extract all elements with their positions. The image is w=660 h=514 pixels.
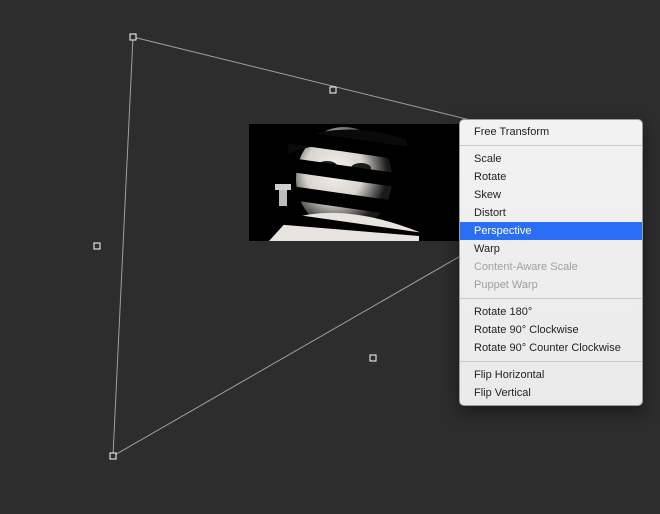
menu-item-puppet-warp: Puppet Warp: [460, 276, 642, 294]
menu-item-distort[interactable]: Distort: [460, 204, 642, 222]
transform-handle[interactable]: [110, 453, 116, 459]
menu-separator: [460, 298, 642, 299]
menu-item-flip-vertical[interactable]: Flip Vertical: [460, 384, 642, 402]
menu-item-rotate-90-cw[interactable]: Rotate 90° Clockwise: [460, 321, 642, 339]
canvas-workspace[interactable]: Free Transform ScaleRotateSkewDistortPers…: [0, 0, 660, 514]
transform-handle[interactable]: [330, 87, 336, 93]
menu-item-rotate-180[interactable]: Rotate 180°: [460, 303, 642, 321]
menu-separator: [460, 361, 642, 362]
menu-item-perspective[interactable]: Perspective: [460, 222, 642, 240]
menu-separator: [460, 145, 642, 146]
menu-item-scale[interactable]: Scale: [460, 150, 642, 168]
placed-image[interactable]: [249, 124, 480, 241]
menu-item-warp[interactable]: Warp: [460, 240, 642, 258]
menu-item-flip-horizontal[interactable]: Flip Horizontal: [460, 366, 642, 384]
transform-handle[interactable]: [130, 34, 136, 40]
transform-handle[interactable]: [94, 243, 100, 249]
menu-item-free-transform[interactable]: Free Transform: [460, 123, 642, 141]
menu-item-skew[interactable]: Skew: [460, 186, 642, 204]
transform-handle[interactable]: [370, 355, 376, 361]
portrait-artwork: [249, 124, 480, 241]
menu-item-rotate-90-ccw[interactable]: Rotate 90° Counter Clockwise: [460, 339, 642, 357]
menu-item-rotate[interactable]: Rotate: [460, 168, 642, 186]
menu-item-content-aware-scale: Content-Aware Scale: [460, 258, 642, 276]
transform-context-menu[interactable]: Free Transform ScaleRotateSkewDistortPers…: [459, 119, 643, 406]
